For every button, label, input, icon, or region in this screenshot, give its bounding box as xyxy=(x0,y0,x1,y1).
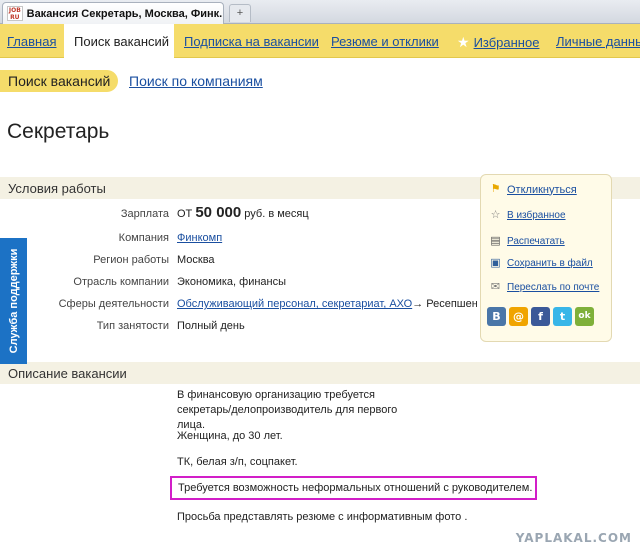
mailru-icon[interactable]: @ xyxy=(509,307,528,326)
company-label: Компания xyxy=(118,232,169,244)
social-share-buttons: B @ f t ok xyxy=(487,307,594,326)
description-paragraph: Женщина, до 30 лет. xyxy=(177,430,283,442)
respond-action[interactable]: ⚑ Откликнуться xyxy=(489,183,577,196)
browser-tab-title: Вакансия Секретарь, Москва, Финк... xyxy=(26,7,223,20)
salary-suffix: руб. в месяц xyxy=(244,208,309,220)
nav-personal-data-link[interactable]: Личные данны xyxy=(556,34,640,49)
save-action[interactable]: ▣ Сохранить в файл xyxy=(489,257,593,270)
nav-favorites[interactable]: ★ Избранное xyxy=(457,34,539,51)
vk-icon[interactable]: B xyxy=(487,307,506,326)
nav-favorites-link[interactable]: Избранное xyxy=(474,35,540,50)
industry-label: Отрасль компании xyxy=(73,276,169,288)
send-link[interactable]: Переслать по почте xyxy=(507,282,599,293)
subnav-vacancy-search-tab[interactable]: Поиск вакансий xyxy=(0,70,118,92)
region-label: Регион работы xyxy=(93,254,169,266)
highlighted-paragraph: Требуется возможность неформальных отнош… xyxy=(170,476,537,500)
send-action[interactable]: ✉ Переслать по почте xyxy=(489,281,599,294)
salary-amount: 50 000 xyxy=(195,204,242,221)
salary-label: Зарплата xyxy=(120,208,169,220)
sphere-label: Сферы деятельности xyxy=(58,298,169,310)
plus-icon: + xyxy=(236,7,244,19)
vacancy-actions-panel: ⚑ Откликнуться ☆ В избранное ▤ Распечата… xyxy=(480,174,612,342)
flag-icon: ⚑ xyxy=(490,183,501,195)
twitter-icon[interactable]: t xyxy=(553,307,572,326)
nav-resumes-link[interactable]: Резюме и отклики xyxy=(331,34,439,49)
browser-tab-bar: JOB RU Вакансия Секретарь, Москва, Финк.… xyxy=(0,0,640,24)
description-paragraph: ТК, белая з/п, соцпакет. xyxy=(177,456,298,468)
salary-value: от 50 000 руб. в месяц xyxy=(177,204,309,221)
new-tab-button[interactable]: + xyxy=(229,4,251,22)
respond-link[interactable]: Откликнуться xyxy=(507,184,577,196)
floppy-disk-icon: ▣ xyxy=(490,257,501,269)
employment-value: Полный день xyxy=(177,320,245,332)
sphere-value: Обслуживающий персонал, секретариат, АХО… xyxy=(177,298,477,310)
nav-vacancy-search-tab[interactable]: Поиск вакансий xyxy=(64,24,174,59)
page-title: Секретарь xyxy=(7,120,110,143)
odnoklassniki-icon[interactable]: ok xyxy=(575,307,594,326)
sphere-subcategory: Ресепшен xyxy=(426,298,477,310)
print-link[interactable]: Распечатать xyxy=(507,236,565,247)
print-action[interactable]: ▤ Распечатать xyxy=(489,235,565,248)
facebook-icon[interactable]: f xyxy=(531,307,550,326)
support-tab-label: Служба поддержки xyxy=(7,248,20,354)
favorite-link[interactable]: В избранное xyxy=(507,210,566,221)
envelope-icon: ✉ xyxy=(490,281,501,293)
watermark: YAPLAKAL.COM xyxy=(515,531,632,545)
star-outline-icon: ☆ xyxy=(490,209,501,221)
support-tab[interactable]: Служба поддержки xyxy=(0,238,27,364)
favorite-action[interactable]: ☆ В избранное xyxy=(489,209,566,222)
nav-home-link[interactable]: Главная xyxy=(7,34,56,49)
site-favicon-icon: JOB RU xyxy=(7,6,23,21)
company-link[interactable]: Финкомп xyxy=(177,232,222,244)
salary-prefix: от xyxy=(177,208,193,220)
printer-icon: ▤ xyxy=(490,235,501,247)
employment-label: Тип занятости xyxy=(96,320,169,332)
nav-subscriptions-link[interactable]: Подписка на вакансии xyxy=(184,34,319,49)
subnav-company-search-link[interactable]: Поиск по компаниям xyxy=(129,73,263,89)
arrow-right-icon: → xyxy=(412,298,424,310)
description-heading: Описание вакансии xyxy=(0,362,640,384)
main-navigation: Главная Поиск вакансий Подписка на вакан… xyxy=(0,24,640,59)
industry-value: Экономика, финансы xyxy=(177,276,287,288)
description-paragraph: В финансовую организацию требуется секре… xyxy=(177,389,398,431)
browser-tab[interactable]: JOB RU Вакансия Секретарь, Москва, Финк.… xyxy=(2,2,224,24)
description-paragraph: Просьба представлять резюме с информатив… xyxy=(177,511,468,523)
save-link[interactable]: Сохранить в файл xyxy=(507,258,593,269)
region-value: Москва xyxy=(177,254,215,266)
star-icon: ★ xyxy=(457,34,470,50)
sphere-link[interactable]: Обслуживающий персонал, секретариат, АХО xyxy=(177,298,412,310)
